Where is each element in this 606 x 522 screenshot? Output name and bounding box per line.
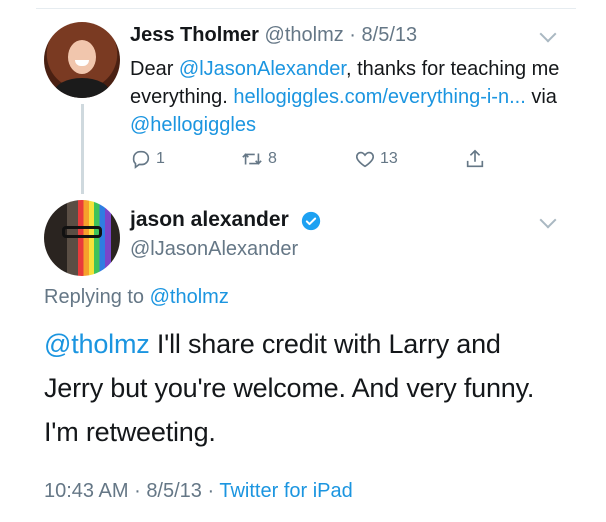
avatar-jason-alexander[interactable]: [44, 200, 120, 276]
tweet2-author-name[interactable]: jason alexander: [130, 208, 289, 232]
reply-icon: [132, 150, 150, 169]
tweet1-author-name[interactable]: Jess Tholmer: [130, 24, 259, 46]
avatar-jess-tholmer[interactable]: [44, 22, 120, 98]
tweet1-mention-link[interactable]: @lJasonAlexander: [179, 58, 346, 80]
tweet2-date[interactable]: 8/5/13: [146, 480, 202, 502]
reply-button[interactable]: 1: [130, 146, 165, 172]
tweet1-url-link[interactable]: hellogiggles.com/everything-i-n...: [233, 86, 525, 108]
top-divider: [36, 8, 576, 9]
tweet1-via-link[interactable]: @hellogiggles: [130, 114, 256, 136]
tweet1-date[interactable]: 8/5/13: [362, 24, 418, 46]
share-button[interactable]: [464, 146, 486, 172]
tweet2-metadata: 10:43 AM · 8/5/13 · Twitter for iPad: [44, 480, 353, 503]
retweet-count: 8: [268, 150, 277, 167]
tweet1-header: Jess Tholmer @tholmz · 8/5/13: [130, 24, 417, 47]
tweet1-separator: ·: [349, 24, 356, 46]
thread-connector: [81, 104, 84, 194]
tweet2-mention-link[interactable]: @tholmz: [44, 329, 150, 359]
tweet2-text: @tholmz I'll share credit with Larry and…: [44, 322, 564, 454]
like-count: 13: [380, 150, 398, 167]
chevron-down-icon[interactable]: [539, 211, 557, 229]
tweet2-separator-1: ·: [134, 480, 141, 502]
tweet1-text-prefix: Dear: [130, 58, 179, 80]
tweet2-author-handle[interactable]: @lJasonAlexander: [130, 238, 298, 261]
retweet-icon: [242, 153, 262, 165]
tweet1-action-bar: 1 8 13: [130, 146, 490, 172]
replying-to-handle[interactable]: @tholmz: [150, 286, 229, 308]
reply-count: 1: [156, 150, 165, 167]
retweet-button[interactable]: 8: [240, 146, 277, 172]
tweet1-author-handle[interactable]: @tholmz: [265, 24, 344, 46]
like-icon: [356, 151, 374, 168]
like-button[interactable]: 13: [354, 146, 398, 172]
replying-to-line: Replying to @tholmz: [44, 286, 229, 309]
replying-to-label: Replying to: [44, 286, 150, 308]
share-icon: [466, 149, 484, 168]
tweet2-separator-2: ·: [207, 480, 215, 502]
tweet2-source-link[interactable]: Twitter for iPad: [219, 480, 352, 502]
chevron-down-icon[interactable]: [539, 25, 557, 43]
tweet2-time[interactable]: 10:43 AM: [44, 480, 129, 502]
tweet1-text: Dear @lJasonAlexander, thanks for teachi…: [130, 55, 560, 139]
verified-badge-icon: [301, 211, 321, 231]
tweet1-text-via: via: [525, 86, 557, 108]
